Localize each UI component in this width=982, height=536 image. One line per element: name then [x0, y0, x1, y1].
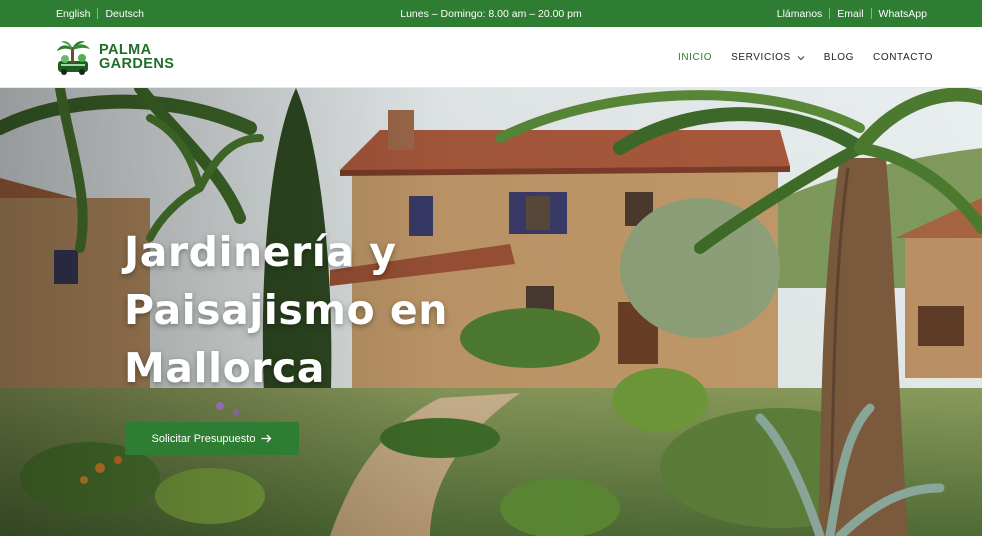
- palm-logo-icon: [57, 41, 90, 75]
- hero-title-line-3: Mallorca: [124, 344, 325, 392]
- arrow-right-icon: [261, 434, 272, 443]
- request-quote-label: Solicitar Presupuesto: [151, 432, 256, 445]
- request-quote-button[interactable]: Solicitar Presupuesto: [125, 422, 299, 455]
- nav-blog[interactable]: BLOG: [824, 52, 854, 63]
- nav-contacto[interactable]: CONTACTO: [873, 52, 933, 63]
- logo-line-1: PALMA: [99, 42, 152, 58]
- main-nav: INICIO SERVICIOS BLOG CONTACTO: [659, 27, 933, 88]
- opening-hours-text: Lunes – Domingo: 8.00 am – 20.00 pm: [400, 7, 582, 20]
- call-link[interactable]: Llámanos: [777, 8, 823, 20]
- email-link[interactable]: Email: [837, 8, 863, 20]
- site-header: PALMA GARDENS INICIO SERVICIOS BLOG CONT…: [0, 27, 982, 88]
- hero-title: Jardinería y Paisajismo en Mallorca: [124, 223, 464, 397]
- hero-section: Jardinería y Paisajismo en Mallorca Soli…: [0, 88, 982, 536]
- contact-links: Llámanos Email WhatsApp: [777, 0, 927, 27]
- hero-title-line-2: Paisajismo en: [124, 286, 448, 334]
- whatsapp-link[interactable]: WhatsApp: [879, 8, 927, 20]
- logo-wordmark: PALMA GARDENS: [99, 42, 175, 72]
- hero-title-line-1: Jardinería y: [124, 228, 397, 276]
- lang-english-link[interactable]: English: [56, 8, 90, 20]
- nav-inicio[interactable]: INICIO: [678, 52, 712, 63]
- top-bar: English Deutsch Lunes – Domingo: 8.00 am…: [0, 0, 982, 27]
- logo-line-2: GARDENS: [99, 56, 175, 72]
- chevron-down-icon: [797, 55, 805, 60]
- site-logo[interactable]: PALMA GARDENS: [55, 39, 174, 75]
- divider: [97, 8, 99, 19]
- lang-deutsch-link[interactable]: Deutsch: [105, 8, 144, 20]
- language-switcher: English Deutsch: [56, 0, 144, 27]
- divider: [829, 8, 831, 19]
- nav-servicios-label: SERVICIOS: [731, 52, 791, 63]
- nav-servicios[interactable]: SERVICIOS: [731, 52, 805, 63]
- divider: [870, 8, 872, 19]
